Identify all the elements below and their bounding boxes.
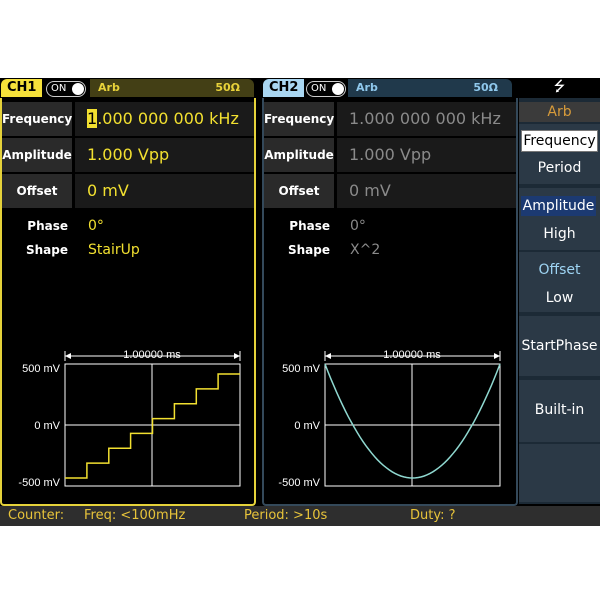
arrow-left-icon bbox=[325, 353, 331, 359]
ch2-frequency-value[interactable]: 1.000 000 000 kHz bbox=[337, 102, 516, 136]
counter-bar: Counter: Freq: <100mHz Period: >10s Duty… bbox=[0, 506, 600, 526]
ch2-label: CH2 bbox=[263, 79, 305, 97]
counter-period: Period: >10s bbox=[244, 508, 328, 523]
ch2-shape: Shape X^2 bbox=[264, 240, 516, 260]
ch1-waveform-svg: 1.00000 ms 500 mV 0 mV -500 mV bbox=[18, 349, 241, 489]
ch1-offset-value[interactable]: 0 mV bbox=[75, 174, 254, 208]
ch2-impedance: 50Ω bbox=[473, 81, 498, 94]
softkey-offset-low[interactable]: Offset Low bbox=[519, 252, 600, 312]
ch1-frequency-label: Frequency bbox=[2, 102, 72, 136]
softkey-option-high[interactable]: High bbox=[519, 224, 600, 244]
ch2-offset-label: Offset bbox=[264, 174, 334, 208]
ch1-amplitude-label: Amplitude bbox=[2, 138, 72, 172]
ch2-amplitude-value[interactable]: 1.000 Vpp bbox=[337, 138, 516, 172]
y-label-top: 500 mV bbox=[22, 363, 61, 375]
ch2-on-label: ON bbox=[311, 83, 327, 94]
ch1-shape-label: Shape bbox=[25, 243, 68, 257]
ch1-shape-value: StairUp bbox=[88, 242, 140, 258]
ch2-shape-value: X^2 bbox=[350, 242, 381, 258]
y-label-bottom: -500 mV bbox=[18, 477, 60, 489]
ch2-waveform-svg: 1.00000 ms 500 mV 0 mV -500 mV bbox=[278, 349, 501, 489]
ch2-timebase: 1.00000 ms bbox=[383, 349, 441, 361]
softkey-option-period[interactable]: Period bbox=[519, 158, 600, 178]
ch2-waveform-preview: 1.00000 ms 500 mV 0 mV -500 mV bbox=[264, 348, 516, 500]
ch1-status-bar: Arb 50Ω bbox=[90, 79, 254, 97]
ch1-amplitude-value[interactable]: 1.000 Vpp bbox=[75, 138, 254, 172]
ch1-on-toggle[interactable]: ON bbox=[46, 81, 86, 97]
y-label-mid: 0 mV bbox=[34, 420, 60, 432]
ch2-phase-value: 0° bbox=[350, 218, 366, 234]
usb-icon: ⭍ bbox=[553, 79, 566, 95]
ch2-phase: Phase 0° bbox=[264, 216, 516, 236]
ch2-phase-label: Phase bbox=[289, 219, 330, 233]
ch2-panel: Frequency 1.000 000 000 kHz Amplitude 1.… bbox=[262, 98, 518, 506]
ch2-shape-label: Shape bbox=[287, 243, 330, 257]
softkey-startphase[interactable]: StartPhase bbox=[519, 316, 600, 376]
ch2-offset-row[interactable]: Offset 0 mV bbox=[264, 174, 516, 208]
toggle-knob-icon bbox=[332, 83, 344, 95]
y-label-mid: 0 mV bbox=[294, 420, 320, 432]
ch2-frequency-label: Frequency bbox=[264, 102, 334, 136]
softkey-option-amplitude[interactable]: Amplitude bbox=[521, 196, 596, 216]
ch1-waveform-preview: 1.00000 ms 500 mV 0 mV -500 mV bbox=[2, 348, 254, 500]
ch1-offset-row[interactable]: Offset 0 mV bbox=[2, 174, 254, 208]
softkey-option-low[interactable]: Low bbox=[519, 288, 600, 308]
y-label-bottom: -500 mV bbox=[278, 477, 320, 489]
ch2-frequency-row[interactable]: Frequency 1.000 000 000 kHz bbox=[264, 102, 516, 136]
softkey-startphase-label: StartPhase bbox=[521, 338, 598, 354]
ch1-shape: Shape StairUp bbox=[2, 240, 254, 260]
ch2-mode: Arb bbox=[356, 81, 378, 94]
softkey-option-frequency[interactable]: Frequency bbox=[521, 130, 598, 152]
ch1-mode: Arb bbox=[98, 81, 120, 94]
ch2-on-toggle[interactable]: ON bbox=[306, 81, 346, 97]
menu-title: Arb bbox=[519, 102, 600, 122]
counter-duty: Duty: ? bbox=[410, 508, 456, 523]
y-label-top: 500 mV bbox=[282, 363, 321, 375]
softkey-menu: Arb Frequency Period Amplitude High Offs… bbox=[519, 98, 600, 504]
ch1-label: CH1 bbox=[1, 79, 43, 97]
ch1-frequency-value[interactable]: 1.000 000 000 kHz bbox=[75, 102, 254, 136]
ch2-amplitude-row[interactable]: Amplitude 1.000 Vpp bbox=[264, 138, 516, 172]
ch1-header[interactable]: CH1 ON Arb 50Ω bbox=[0, 78, 258, 98]
toggle-knob-icon bbox=[72, 83, 84, 95]
ch1-amplitude-row[interactable]: Amplitude 1.000 Vpp bbox=[2, 138, 254, 172]
ch1-impedance: 50Ω bbox=[215, 81, 240, 94]
softkey-frequency-period[interactable]: Frequency Period bbox=[519, 124, 600, 184]
softkey-amplitude-high[interactable]: Amplitude High bbox=[519, 188, 600, 250]
ch1-phase: Phase 0° bbox=[2, 216, 254, 236]
ch2-status-bar: Arb 50Ω bbox=[348, 79, 512, 97]
ch2-header[interactable]: CH2 ON Arb 50Ω bbox=[262, 78, 516, 98]
ch2-offset-value[interactable]: 0 mV bbox=[337, 174, 516, 208]
ch1-offset-label: Offset bbox=[2, 174, 72, 208]
ch1-frequency-digits: .000 000 000 kHz bbox=[97, 109, 239, 128]
arrow-right-icon bbox=[234, 353, 240, 359]
ch1-timebase: 1.00000 ms bbox=[123, 349, 181, 361]
softkey-builtin[interactable]: Built-in bbox=[519, 380, 600, 442]
softkey-empty[interactable] bbox=[519, 444, 600, 502]
arrow-right-icon bbox=[494, 353, 500, 359]
ch1-on-label: ON bbox=[51, 83, 67, 94]
ch1-frequency-row[interactable]: Frequency 1.000 000 000 kHz bbox=[2, 102, 254, 136]
edit-cursor: 1 bbox=[87, 109, 98, 128]
counter-label: Counter: bbox=[8, 508, 65, 523]
ch2-amplitude-label: Amplitude bbox=[264, 138, 334, 172]
ch1-phase-value: 0° bbox=[88, 218, 104, 234]
arrow-left-icon bbox=[65, 353, 71, 359]
ch1-panel: Frequency 1.000 000 000 kHz Amplitude 1.… bbox=[0, 98, 256, 506]
counter-frequency: Freq: <100mHz bbox=[84, 508, 186, 523]
softkey-builtin-label: Built-in bbox=[534, 402, 585, 418]
softkey-option-offset[interactable]: Offset bbox=[519, 260, 600, 280]
ch1-phase-label: Phase bbox=[27, 219, 68, 233]
